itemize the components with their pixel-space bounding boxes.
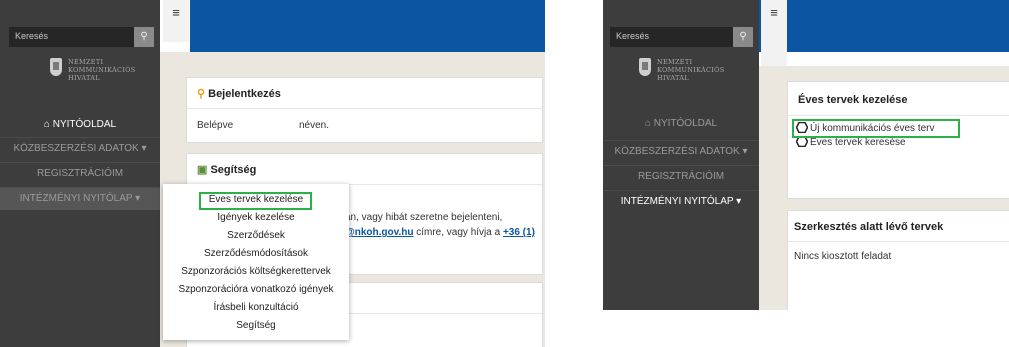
- divider: [187, 108, 542, 109]
- home-icon: ⌂: [43, 119, 50, 130]
- main-content: Éves tervek kezelése Új kommunikációs év…: [759, 66, 1009, 310]
- menu-toggle-button-overlay[interactable]: ≡: [761, 0, 787, 66]
- coat-of-arms-icon: [50, 58, 62, 76]
- drafts-card: Szerkesztés alatt lévő tervek Nincs kios…: [787, 210, 1009, 310]
- login-card: ⚲ Bejelentkezés Belépve néven.: [186, 77, 543, 143]
- annual-plans-title: Éves tervek kezelése: [798, 94, 908, 106]
- menu-item-written-consultation[interactable]: Írásbeli konzultáció: [163, 298, 349, 317]
- nav-procurement-data[interactable]: KÖZBESZERZÉSI ADATOK ▾: [0, 137, 160, 160]
- drafts-title: Szerkesztés alatt lévő tervek: [794, 221, 944, 233]
- login-title: ⚲ Bejelentkezés: [197, 88, 281, 100]
- nav-institution-home[interactable]: INTÉZMÉNYI NYITÓLAP ▾: [0, 187, 160, 210]
- logo-text: NEMZETI KOMMUNIKÁCIÓS HIVATAL: [68, 58, 136, 82]
- left-screenshot: Keresés ⚲ NEMZETI KOMMUNIKÁCIÓS HIVATAL …: [0, 0, 545, 347]
- menu-item-help[interactable]: Segítség: [163, 316, 349, 335]
- search-box[interactable]: Keresés ⚲: [610, 27, 753, 47]
- search-input[interactable]: Keresés: [616, 31, 649, 41]
- search-icon[interactable]: ⚲: [733, 27, 753, 47]
- sidebar: Keresés ⚲ NEMZETI KOMMUNIKÁCIÓS HIVATAL …: [603, 0, 759, 310]
- help-text-line1: an, vagy hibát szeretne bejelenteni,: [345, 212, 503, 223]
- menu-item-contract-amendments[interactable]: Szerződésmódosítások: [163, 244, 349, 263]
- help-email-link[interactable]: @nkoh.gov.hu: [345, 227, 413, 238]
- key-icon: ⚲: [197, 88, 206, 100]
- highlight-box: [792, 119, 960, 138]
- menu-item-sponsorship-budgets[interactable]: Szponzorációs költségkerettervek: [163, 262, 349, 281]
- help-title: ▣ Segítség: [197, 164, 257, 176]
- logo-text: NEMZETI KOMMUNIKÁCIÓS HIVATAL: [657, 58, 725, 82]
- help-phone-link[interactable]: +36 (1): [503, 227, 535, 238]
- nav-home[interactable]: ⌂ NYITÓOLDAL: [603, 113, 759, 135]
- nav-procurement-data[interactable]: KÖZBESZERZÉSI ADATOK ▾: [603, 140, 759, 163]
- menu-item-sponsorship-requests[interactable]: Szponzorációra vonatkozó igények: [163, 280, 349, 299]
- divider: [788, 115, 1009, 116]
- top-bar: [190, 0, 545, 52]
- annual-plans-card: Éves tervek kezelése Új kommunikációs év…: [787, 81, 1009, 199]
- nav-institution-home[interactable]: INTÉZMÉNYI NYITÓLAP ▾: [603, 190, 759, 213]
- nav-registrations[interactable]: REGISZTRÁCIÓIM: [603, 165, 759, 188]
- help-text-line2: @nkoh.gov.hu címre, vagy hívja a +36 (1): [345, 227, 535, 238]
- sidebar: Keresés ⚲ NEMZETI KOMMUNIKÁCIÓS HIVATAL …: [0, 0, 160, 347]
- menu-item-contracts[interactable]: Szerződések: [163, 226, 349, 245]
- menu-toggle-button[interactable]: ≡: [163, 0, 189, 42]
- menu-item-requests[interactable]: Igények kezelése: [163, 208, 349, 227]
- search-input[interactable]: Keresés: [15, 31, 48, 41]
- no-task-text: Nincs kiosztott feladat: [794, 251, 892, 262]
- book-icon: ▣: [197, 164, 208, 176]
- highlight-box: [199, 192, 312, 210]
- nav-registrations[interactable]: REGISZTRÁCIÓIM: [0, 162, 160, 185]
- search-box[interactable]: Keresés ⚲: [9, 27, 154, 47]
- divider: [788, 241, 1009, 242]
- right-screenshot: Keresés ⚲ NEMZETI KOMMUNIKÁCIÓS HIVATAL …: [603, 0, 1009, 310]
- logged-in-text-a: Belépve: [197, 120, 234, 131]
- coat-of-arms-icon: [639, 58, 651, 76]
- institution-dropdown-menu: Éves tervek kezelése Igények kezelése Sz…: [163, 184, 349, 340]
- top-bar: [759, 0, 1009, 52]
- search-icon[interactable]: ⚲: [134, 27, 154, 47]
- nav-home[interactable]: ⌂ NYITÓOLDAL: [0, 114, 160, 136]
- home-icon: ⌂: [644, 118, 651, 129]
- logged-in-text-b: néven.: [299, 120, 330, 131]
